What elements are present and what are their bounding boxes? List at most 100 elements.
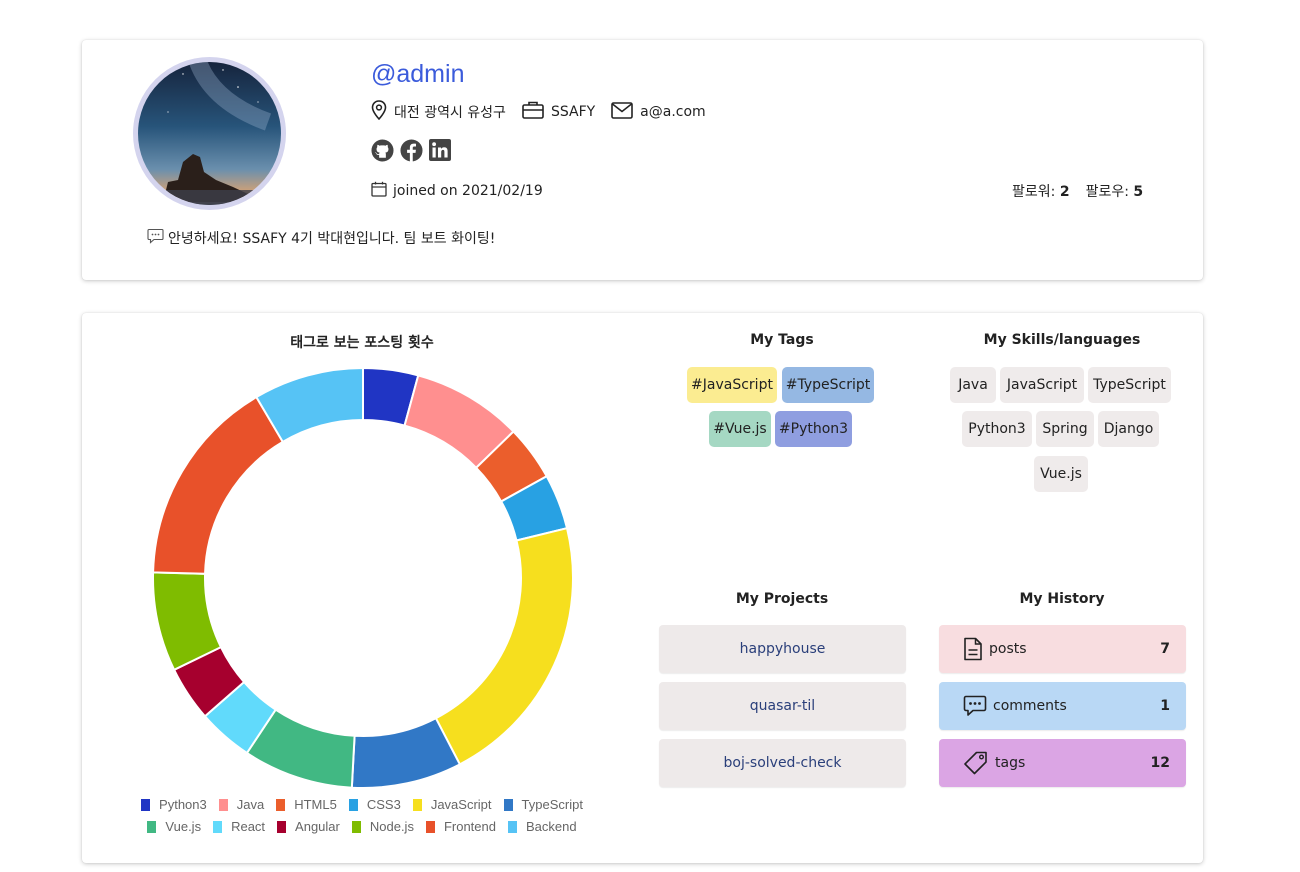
history-label: comments: [993, 698, 1067, 714]
location-pin-icon: [371, 100, 394, 124]
legend-swatch: [425, 820, 435, 833]
social-links: [371, 139, 457, 162]
skill-chip-typescript[interactable]: TypeScript: [1088, 367, 1171, 403]
project-label: happyhouse: [739, 641, 826, 657]
profile-info-row: 대전 광역시 유성구 SSAFY a@a.com: [371, 100, 722, 124]
legend-label: Frontend: [443, 819, 496, 834]
linkedin-icon[interactable]: [429, 139, 451, 162]
legend-swatch: [213, 820, 223, 833]
chart-legend: Python3 Java HTML5 CSS3 JavaScript TypeScript…: [122, 797, 602, 841]
calendar-icon: [371, 181, 393, 201]
legend-item[interactable]: Angular: [277, 819, 340, 834]
donut-slice-javascript[interactable]: [434, 526, 574, 766]
history-comments[interactable]: comments 1: [939, 682, 1186, 730]
legend-label: Python3: [159, 797, 207, 812]
skill-chip-django[interactable]: Django: [1098, 411, 1159, 447]
history-count: 12: [1150, 755, 1170, 771]
tag-chip-python3[interactable]: #Python3: [775, 411, 852, 447]
tag-icon: [963, 751, 989, 775]
chart-title: 태그로 보는 포스팅 횟수: [290, 335, 434, 351]
history-count: 1: [1160, 698, 1170, 714]
legend-item[interactable]: Vue.js: [147, 819, 201, 834]
legend-swatch: [503, 798, 513, 811]
skill-chip-label: Java: [958, 377, 988, 393]
history-label: posts: [989, 641, 1027, 657]
profile-card: @admin 대전 광역시 유성구 SSAFY a@a.com joined o…: [82, 40, 1203, 280]
legend-item[interactable]: Frontend: [425, 819, 496, 834]
email-info: a@a.com: [611, 101, 706, 123]
facebook-icon[interactable]: [400, 139, 423, 162]
project-link-quasar-til[interactable]: quasar-til: [659, 682, 906, 730]
project-link-boj-solved-check[interactable]: boj-solved-check: [659, 739, 906, 787]
skill-chip-java[interactable]: Java: [950, 367, 996, 403]
stats-card: 태그로 보는 포스팅 횟수 Python3 Java HTML5 CSS3 JavaSc…: [82, 313, 1203, 863]
legend-label: Java: [236, 797, 265, 812]
project-link-happyhouse[interactable]: happyhouse: [659, 625, 906, 673]
skill-chip-label: Spring: [1042, 421, 1088, 437]
location-text: 대전 광역시 유성구: [394, 105, 506, 121]
briefcase-icon: [522, 101, 551, 123]
followers-label: 팔로워:: [1012, 184, 1056, 200]
mail-icon: [611, 101, 640, 123]
legend-label: Backend: [525, 819, 577, 834]
tag-donut-chart: [152, 366, 574, 789]
legend-label: React: [231, 819, 266, 834]
following-stat[interactable]: 팔로우: 5: [1086, 181, 1144, 201]
skill-chip-spring[interactable]: Spring: [1036, 411, 1094, 447]
history-title: My History: [1019, 591, 1105, 607]
bio: 안녕하세요! SSAFY 4기 박대현입니다. 팀 보트 화이팅!: [147, 228, 495, 248]
skill-chip-label: Django: [1103, 421, 1154, 437]
skill-chip-vuejs[interactable]: Vue.js: [1034, 456, 1088, 492]
legend-label: HTML5: [294, 797, 337, 812]
project-label: boj-solved-check: [723, 755, 842, 771]
legend-item[interactable]: HTML5: [276, 797, 337, 812]
legend-swatch: [412, 798, 422, 811]
legend-swatch: [147, 820, 157, 833]
skill-chip-python3[interactable]: Python3: [962, 411, 1032, 447]
tag-chip-vuejs[interactable]: #Vue.js: [709, 411, 771, 447]
tags-title: My Tags: [750, 332, 814, 348]
legend-swatch: [277, 820, 287, 833]
legend-item[interactable]: Python3: [141, 797, 207, 812]
legend-item[interactable]: React: [213, 819, 265, 834]
skill-chip-label: JavaScript: [1006, 377, 1078, 393]
tag-chip-label: #TypeScript: [785, 377, 871, 393]
legend-item[interactable]: Node.js: [351, 819, 414, 834]
legend-item[interactable]: CSS3: [348, 797, 401, 812]
skill-chip-label: TypeScript: [1093, 377, 1166, 393]
followers-stat[interactable]: 팔로워: 2: [1012, 181, 1070, 201]
legend-swatch: [276, 798, 286, 811]
joined-date: joined on 2021/02/19: [371, 181, 543, 201]
project-label: quasar-til: [749, 698, 816, 714]
tag-chip-javascript[interactable]: #JavaScript: [687, 367, 777, 403]
followers-count: 2: [1059, 184, 1070, 200]
history-posts[interactable]: posts 7: [939, 625, 1186, 673]
legend-item[interactable]: Java: [218, 797, 265, 812]
chat-icon: [963, 695, 987, 717]
legend-swatch: [351, 820, 361, 833]
avatar-image: [138, 62, 281, 205]
follow-stats: 팔로워: 2 팔로우: 5: [1012, 181, 1143, 201]
skill-chip-javascript[interactable]: JavaScript: [1000, 367, 1084, 403]
legend-item[interactable]: TypeScript: [503, 797, 583, 812]
skills-title: My Skills/languages: [983, 332, 1141, 348]
skill-chip-label: Python3: [968, 421, 1026, 437]
joined-text: joined on 2021/02/19: [393, 183, 543, 199]
legend-label: Angular: [295, 819, 340, 834]
legend-swatch: [507, 820, 517, 833]
legend-item[interactable]: JavaScript: [412, 797, 492, 812]
history-count: 7: [1160, 641, 1170, 657]
tag-chip-typescript[interactable]: #TypeScript: [782, 367, 874, 403]
legend-label: JavaScript: [430, 797, 492, 812]
github-icon[interactable]: [371, 139, 394, 162]
donut-slice-frontend[interactable]: [152, 395, 285, 575]
avatar[interactable]: [133, 57, 286, 210]
company-info: SSAFY: [522, 101, 595, 123]
legend-swatch: [348, 798, 358, 811]
legend-item[interactable]: Backend: [507, 819, 577, 834]
history-tags[interactable]: tags 12: [939, 739, 1186, 787]
chat-bubble-icon: [147, 228, 168, 248]
location-info: 대전 광역시 유성구: [371, 100, 506, 124]
legend-label: TypeScript: [521, 797, 583, 812]
legend-label: Node.js: [369, 819, 414, 834]
